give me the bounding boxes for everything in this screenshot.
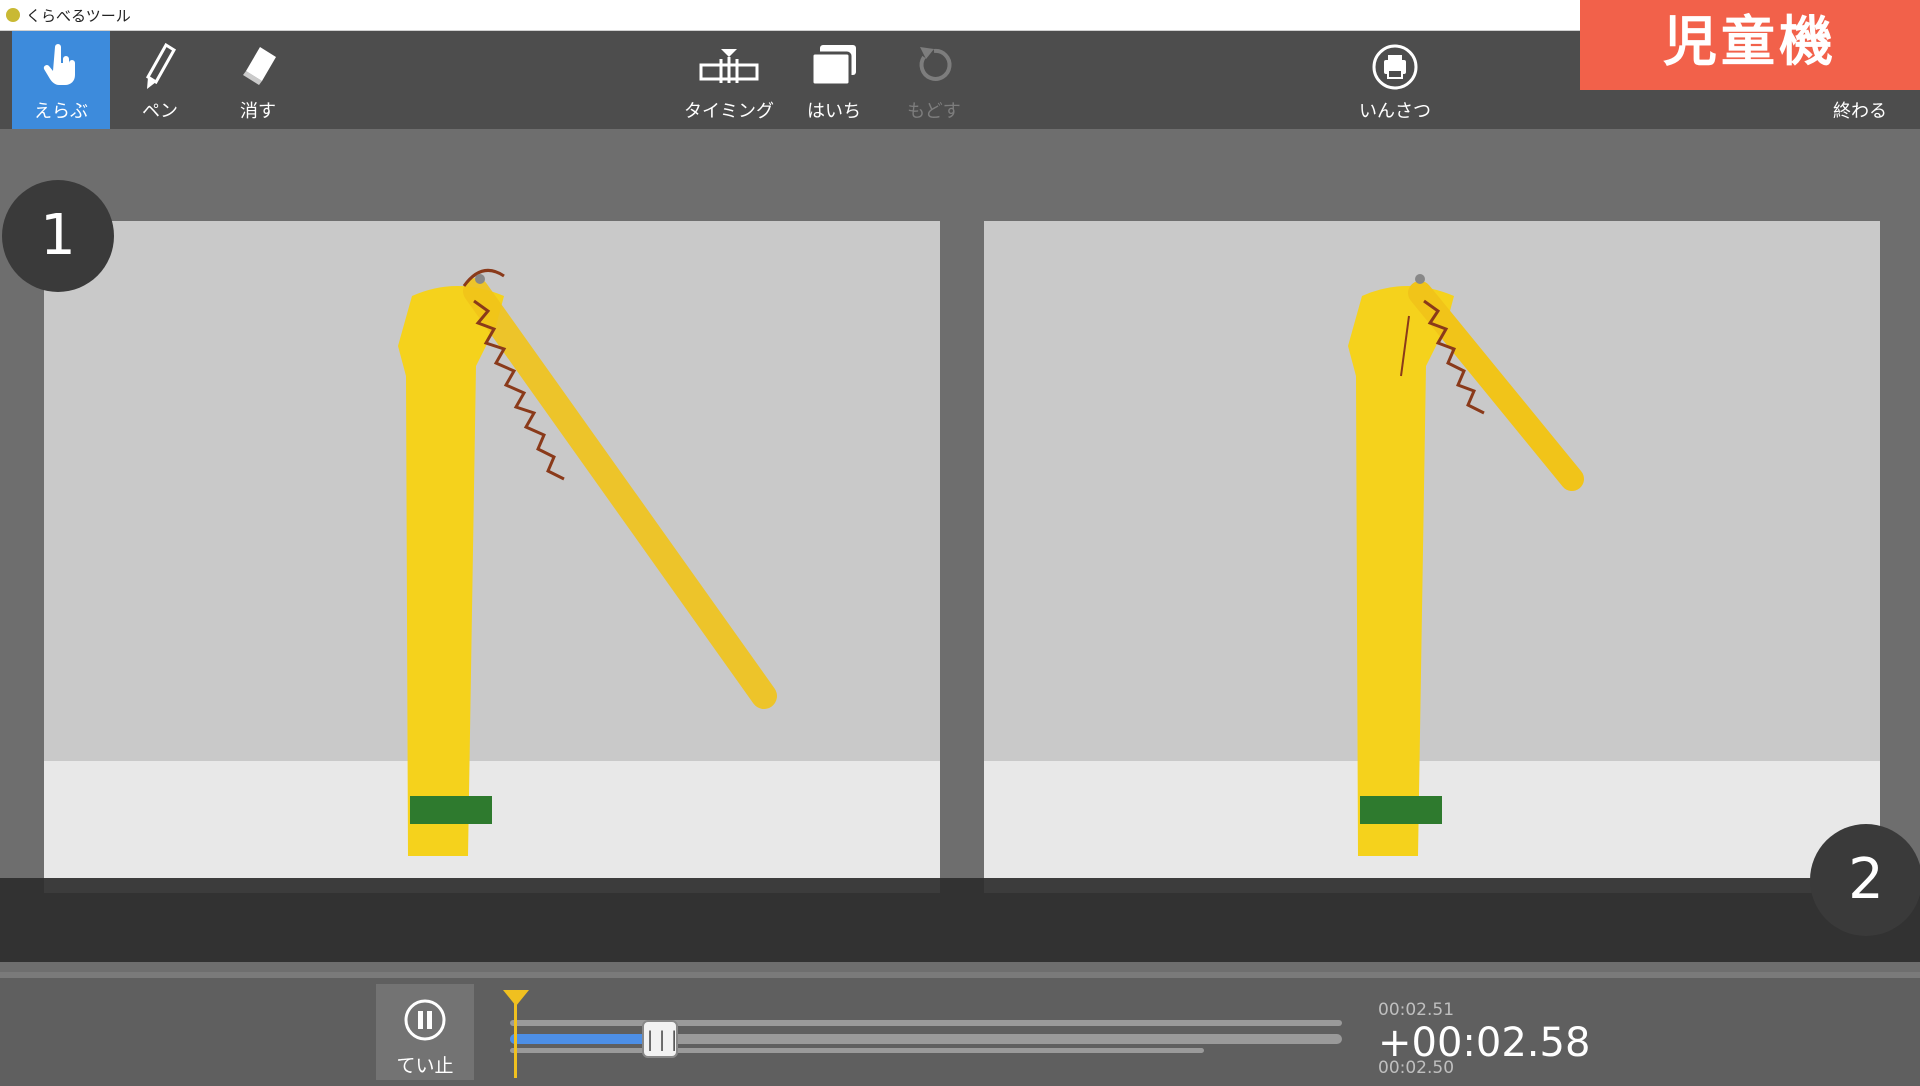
frame-number-1: 1 [2,180,114,292]
pause-icon [404,999,446,1041]
undo-button[interactable]: もどす [884,31,984,129]
undo-label: もどす [907,101,961,122]
student-device-badge: 児童機 [1580,0,1920,90]
eraser-icon [243,47,276,85]
eraser-tool-label: 消す [240,101,276,122]
layout-button[interactable]: はいち [784,31,884,129]
select-tool-button[interactable]: えらぶ [12,31,110,129]
window-title: くらべるツール [26,7,131,25]
reference-track-2 [510,1048,1204,1053]
pause-button[interactable]: てい止 [376,984,474,1080]
app-icon [6,8,20,22]
exit-label: 終わる [1833,101,1887,122]
select-tool-label: えらぶ [34,101,88,122]
comparison-workspace: 1 2 [0,130,1920,968]
reference-track-1 [510,1020,1342,1026]
layout-label: はいち [807,101,861,122]
printer-icon [1372,44,1418,90]
timeline-scrubber-handle[interactable]: ||| [642,1020,680,1058]
pen-tool-button[interactable]: ペン [110,31,210,129]
layout-windows-icon [810,45,856,87]
video-frame-2[interactable] [984,221,1880,893]
pendulum-photo-1 [44,221,940,893]
timing-marker-line[interactable] [514,1000,517,1078]
print-button[interactable]: いんさつ [1340,31,1450,129]
timing-icon [699,49,759,83]
playback-bar: てい止 ||| 00:02.51 +00:02.58 00:02.50 [0,972,1920,1086]
pendulum-photo-2 [984,221,1880,893]
time-lower: 00:02.50 [1378,1058,1455,1078]
time-upper: 00:02.51 [1378,1000,1455,1020]
eraser-tool-button[interactable]: 消す [208,31,308,129]
pencil-icon [145,43,177,89]
frame-number-2: 2 [1810,824,1920,936]
timing-marker-triangle[interactable] [503,990,529,1006]
pause-label: てい止 [396,1055,454,1077]
timing-button[interactable]: タイミング [670,31,788,129]
timing-label: タイミング [684,101,774,122]
timeline-progress [510,1034,660,1044]
pen-tool-label: ペン [142,101,178,122]
print-label: いんさつ [1359,101,1431,122]
undo-arrow-icon [919,47,952,81]
video-frame-1[interactable] [44,221,940,893]
frame-caption-band [0,878,1920,962]
hand-pointer-icon [43,44,75,85]
